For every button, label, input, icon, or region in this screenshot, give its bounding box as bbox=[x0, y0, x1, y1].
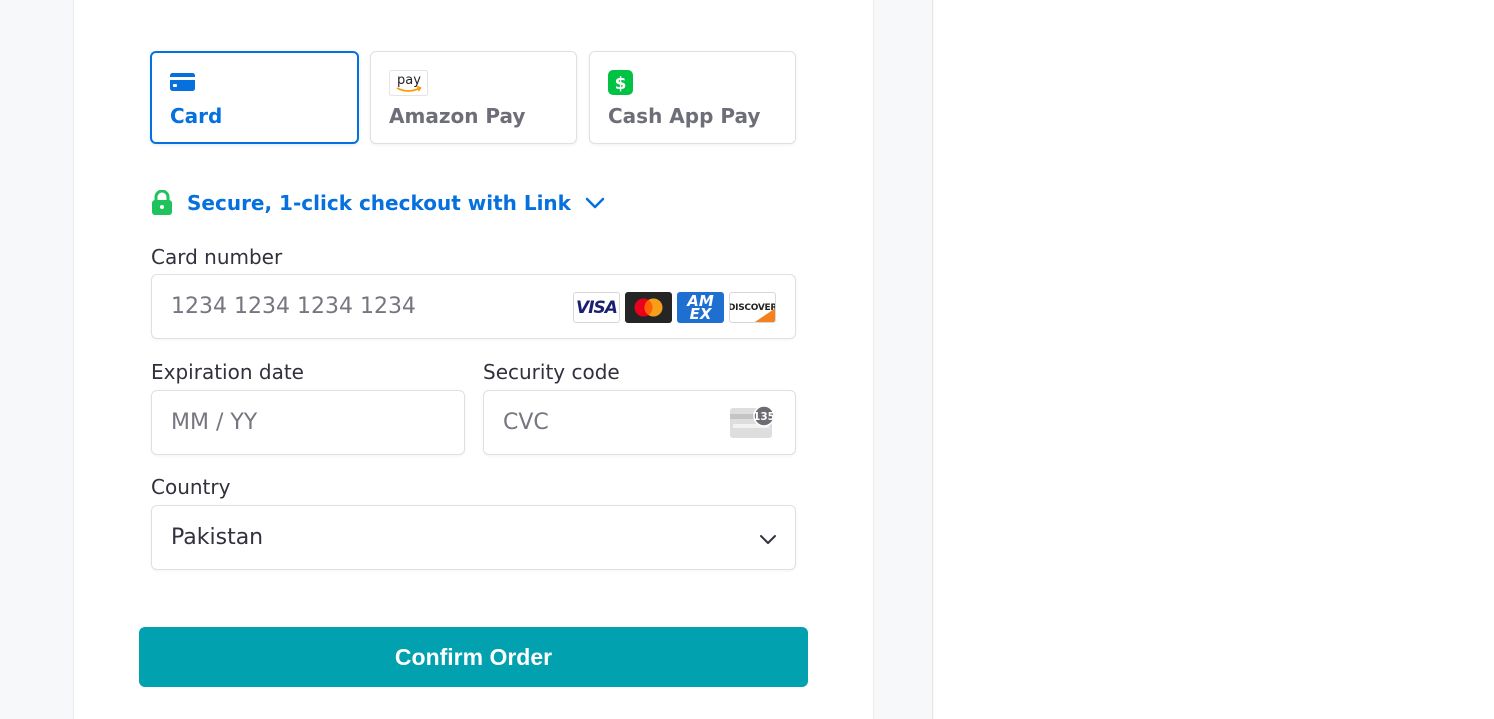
discover-icon: DISCOVER bbox=[729, 292, 776, 323]
expiration-input[interactable]: MM / YY bbox=[151, 390, 465, 455]
credit-card-icon bbox=[170, 72, 195, 97]
cvc-badge-text: 135 bbox=[753, 411, 775, 423]
confirm-order-button[interactable]: Confirm Order bbox=[139, 627, 808, 687]
cash-app-icon: $ bbox=[608, 70, 633, 100]
chevron-down-icon bbox=[585, 196, 605, 210]
link-checkout-text: Secure, 1-click checkout with Link bbox=[187, 191, 571, 215]
expiration-placeholder: MM / YY bbox=[171, 410, 258, 435]
amazon-pay-icon-text: pay bbox=[397, 73, 421, 88]
tab-cash-app-pay[interactable]: $ Cash App Pay bbox=[589, 51, 796, 144]
security-code-placeholder: CVC bbox=[503, 410, 549, 435]
cvc-card-icon: 135 bbox=[730, 405, 776, 439]
tab-card-label: Card bbox=[170, 104, 223, 128]
tab-cash-app-pay-label: Cash App Pay bbox=[608, 104, 761, 128]
chevron-down-icon bbox=[759, 532, 777, 544]
amex-icon-text: AM EX bbox=[687, 292, 714, 323]
country-label: Country bbox=[151, 475, 231, 499]
security-code-label: Security code bbox=[483, 360, 620, 384]
page-background-left bbox=[0, 0, 73, 719]
discover-icon-text: DISCOVER bbox=[729, 302, 776, 313]
page-background-middle bbox=[875, 0, 933, 719]
order-summary-panel bbox=[934, 0, 1494, 719]
cash-app-icon-text: $ bbox=[615, 74, 627, 94]
lock-icon bbox=[151, 189, 173, 216]
card-number-input[interactable]: 1234 1234 1234 1234 VISA AM EX DISCOVER bbox=[151, 274, 796, 339]
security-code-input[interactable]: CVC 135 bbox=[483, 390, 796, 455]
card-brands: VISA AM EX DISCOVER bbox=[573, 292, 776, 323]
tab-card[interactable]: Card bbox=[150, 51, 359, 144]
country-value: Pakistan bbox=[171, 525, 264, 550]
link-checkout-toggle[interactable]: Secure, 1-click checkout with Link bbox=[151, 188, 605, 218]
card-number-placeholder: 1234 1234 1234 1234 bbox=[171, 294, 416, 319]
card-number-label: Card number bbox=[151, 245, 283, 269]
tab-amazon-pay-label: Amazon Pay bbox=[389, 104, 526, 128]
amex-icon: AM EX bbox=[677, 292, 724, 323]
expiration-label: Expiration date bbox=[151, 360, 304, 384]
amazon-pay-icon: pay bbox=[389, 70, 428, 101]
country-select[interactable]: Pakistan bbox=[151, 505, 796, 570]
mastercard-icon bbox=[625, 292, 672, 323]
visa-icon-text: VISA bbox=[576, 297, 618, 318]
tab-amazon-pay[interactable]: pay Amazon Pay bbox=[370, 51, 577, 144]
visa-icon: VISA bbox=[573, 292, 620, 323]
